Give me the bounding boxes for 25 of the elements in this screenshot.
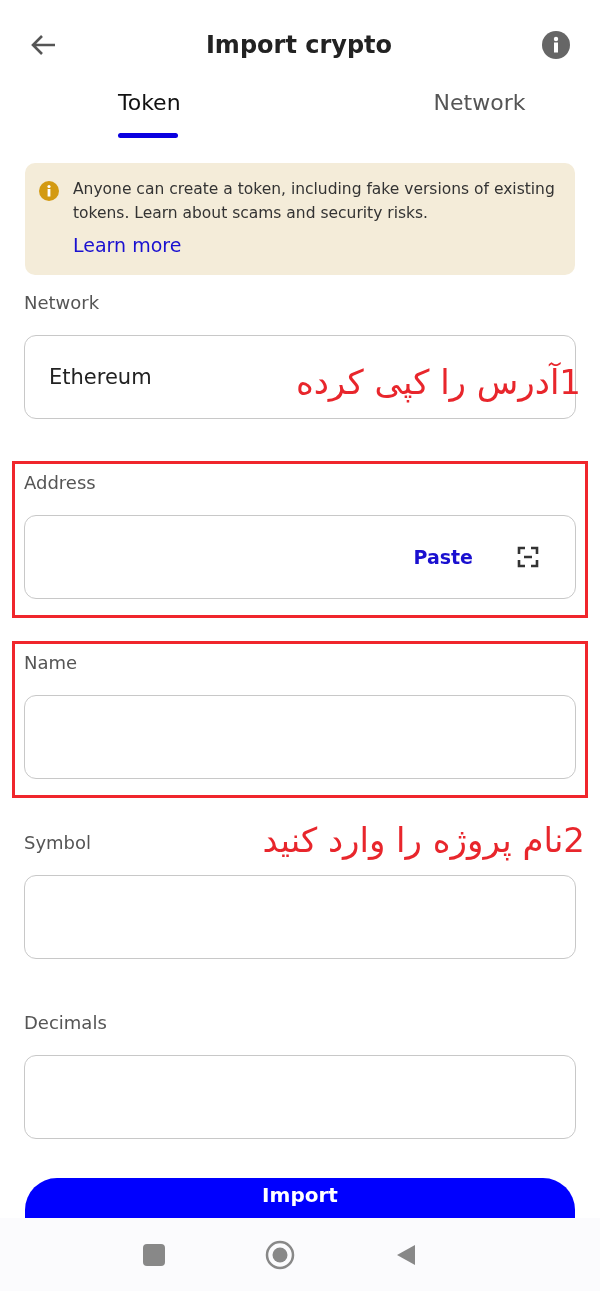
annotation-text: 2نام پروژه را وارد کنید [262, 820, 585, 860]
field-label: Address [24, 471, 96, 493]
tab[interactable]: Token [118, 80, 181, 125]
back-arrow-icon[interactable] [30, 34, 56, 56]
tab[interactable]: Network [433, 80, 526, 125]
recents-icon[interactable] [143, 1243, 165, 1266]
field-label: Decimals [24, 1011, 107, 1033]
warning-text: Anyone can create a token, including fake versions of existing tokens. Learn about scams and security risks. [73, 179, 556, 224]
tab-underline [118, 133, 178, 138]
field-label: Network [24, 291, 100, 313]
field-label: Name [24, 651, 78, 673]
info-icon [39, 181, 59, 201]
screen-title: Import crypto [205, 31, 393, 59]
field-label: Symbol [24, 831, 92, 853]
home-icon[interactable] [265, 1239, 295, 1270]
input-field[interactable]: Paste [24, 515, 576, 599]
paste-button[interactable]: Paste [413, 546, 473, 568]
back-icon[interactable] [395, 1242, 417, 1267]
input-field[interactable] [24, 875, 576, 959]
scan-icon[interactable] [517, 546, 539, 568]
input-field[interactable] [24, 1055, 576, 1139]
import-button[interactable]: Import [25, 1178, 575, 1218]
input-field[interactable] [24, 695, 576, 779]
info-icon[interactable] [542, 31, 570, 59]
learn-more-link[interactable]: Learn more [73, 233, 182, 257]
